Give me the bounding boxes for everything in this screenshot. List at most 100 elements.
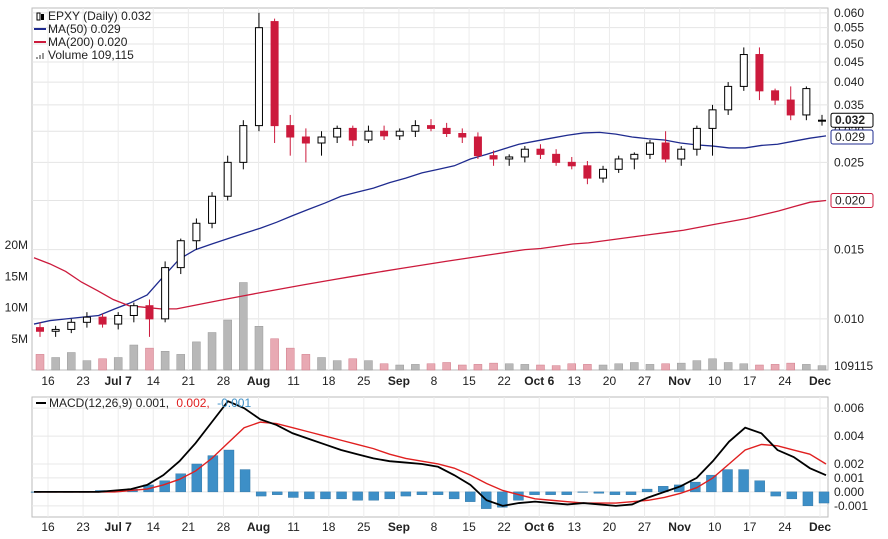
volume-bar [160,351,170,371]
price-tick-label: 0.015 [834,243,864,257]
macd-legend-main: MACD(12,26,9) 0.001, [49,396,169,410]
volume-bar [723,362,733,371]
volume-bar [348,358,358,371]
x-tick-label: 8 [431,520,438,534]
macd-hist-bar [625,491,637,495]
x-tick-label: 21 [182,374,196,388]
volume-bar [692,360,702,371]
x-tick-label: 11 [287,374,300,388]
x-tick-label: 16 [41,520,55,534]
x-tick-label: Nov [668,520,691,534]
candle-body [724,85,733,111]
volume-bar [411,364,420,371]
candle-body [442,127,451,135]
candle-icon [36,12,41,21]
x-tick-label: Oct 6 [524,520,554,534]
macd-hist-bar [641,488,653,493]
x-tick-label: 27 [638,520,652,534]
volume-bar [301,354,311,371]
volume-bar [739,363,749,371]
volume-bar [442,362,451,371]
volume-bar [567,363,577,371]
candle-body [677,148,686,160]
macd-hist-bar [223,449,235,493]
volume-bar [630,362,639,371]
volume-bar [770,364,780,371]
volume-icon [36,57,38,59]
macd-tick-label: 0.006 [834,401,864,415]
x-tick-label: 23 [76,520,90,534]
x-tick-label: 22 [498,374,512,388]
stock-chart: 0.0600.0550.0500.0450.0400.0350.0300.025… [5,6,874,534]
macd-tick-label: 0.000 [834,485,864,499]
volume-bar [520,364,530,371]
volume-bar [614,363,623,371]
candle-body [301,136,310,144]
price-tick-label: 0.025 [834,155,864,169]
macd-hist-bar [320,491,331,500]
x-tick-label: 13 [568,520,582,534]
volume-tick-label: 10M [5,301,28,315]
macd-tick-label: 0.004 [834,429,864,443]
candle-body [427,125,435,129]
volume-bar [254,326,264,371]
volume-tick-label: 20M [5,238,28,252]
x-tick-label: Jul 7 [105,520,133,534]
macd-y-axis: 0.006 0.004 0.0020.0010.000-0.001 [834,401,868,513]
candle-body [129,305,138,316]
volume-bar [98,358,107,371]
macd-hist-bar [738,469,749,493]
x-tick-label: 15 [462,520,476,534]
macd-hist-bar [255,491,267,497]
candle-body [520,148,529,158]
macd-hist-bar [465,491,476,502]
macd-hist-bar [432,491,444,495]
x-tick-label: 24 [778,520,792,534]
macd-hist-bar [304,491,315,500]
candle-body [692,127,701,150]
candle-icon [41,14,44,20]
volume-bar [645,364,655,371]
candle-body [708,109,717,129]
x-tick-label: 17 [743,374,757,388]
price-tick-label: 0.050 [834,37,864,51]
candle-body [661,142,670,160]
volume-bar [395,364,404,371]
macd-hist-bar [529,491,540,495]
candle-body [552,153,561,163]
macd-hist-bar [786,491,798,500]
x-tick-label: Aug [247,520,270,534]
candle-body [411,125,420,132]
ma50-tag: 0.029 [835,130,865,144]
macd-legend-hist: -0.001 [217,396,251,410]
volume-bar [51,357,60,371]
x-tick-label: 14 [147,520,161,534]
volume-bar [676,362,686,371]
volume-bar [426,363,436,371]
volume-bar [270,338,279,371]
x-tick-label: 24 [778,374,792,388]
x-tick-label: 18 [322,520,336,534]
candle-body [239,125,248,163]
candle-body [36,327,44,332]
macd-hist-bar [545,491,556,495]
candle-body [599,168,608,179]
macd-hist-bar [818,491,830,504]
macd-hist-bar [722,469,733,493]
x-tick-label: 14 [147,374,161,388]
candle-body [254,27,263,127]
volume-bar [817,365,827,371]
macd-legend-signal: 0.002, [176,396,209,410]
x-tick-label: 13 [568,374,582,388]
legend-label: Volume 109,115 [48,48,134,62]
x-tick-label: 11 [287,520,300,534]
macd-panel: 0.0060.0040.0020.0010.000-0.001 MACD(12,… [30,396,868,518]
price-tick-label: 0.045 [834,55,864,69]
volume-bar [35,354,45,371]
volume-icon [39,55,41,59]
macd-hist-bar [609,491,621,495]
macd-hist-bar [802,491,814,507]
current-price-tag: 0.032 [835,113,865,127]
x-tick-label: Dec [809,374,831,388]
x-tick-label: 25 [357,374,371,388]
